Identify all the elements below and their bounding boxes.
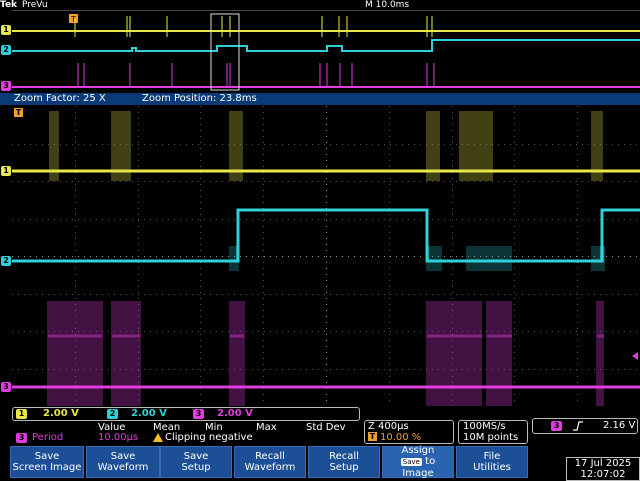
button-label-line1: Recall <box>255 451 285 462</box>
button-label-line1: Assign <box>401 445 435 456</box>
ch2-badge: 2 <box>107 409 118 419</box>
col-max: Max <box>256 422 277 433</box>
assign-save-to-image-button[interactable]: Assign Save to Image <box>382 445 454 479</box>
measurement-warning: Clipping negative <box>165 432 253 443</box>
zoom-factor: Zoom Factor: 25 X <box>14 93 106 104</box>
ch2-trace <box>12 208 640 271</box>
save-screen-image-button[interactable]: Save Screen Image <box>10 446 84 478</box>
overview-waveform-window[interactable]: T <box>12 10 640 93</box>
button-label-line2: Setup <box>329 462 359 473</box>
ch2-ground-marker[interactable]: 2 <box>1 256 11 266</box>
button-label-line2: Waveform <box>97 462 149 473</box>
zoomed-waveform-display[interactable] <box>12 106 640 406</box>
overview-ch2-trace <box>12 39 640 52</box>
channel-readout-bar[interactable]: 1 2.00 V 2 2.00 V 3 2.00 V <box>12 407 360 421</box>
date-time-readout: 17 Jul 2025 12:07:02 <box>566 457 640 481</box>
ch3-scale[interactable]: 2.00 V <box>217 408 253 420</box>
date: 17 Jul 2025 <box>574 458 632 469</box>
recall-setup-button[interactable]: Recall Setup <box>308 446 380 478</box>
col-stddev: Std Dev <box>306 422 346 433</box>
button-label-line2: Screen Image <box>12 462 82 473</box>
save-key-badge: Save <box>400 458 422 466</box>
save-setup-button[interactable]: Save Setup <box>160 446 232 478</box>
overview-graticule: T <box>12 13 640 91</box>
main-graticule <box>12 106 640 406</box>
ch3-ground-marker[interactable]: 3 <box>1 382 11 392</box>
graticule-grid <box>12 106 637 401</box>
record-length: 10M points <box>463 432 519 443</box>
horizontal-readout[interactable]: Z 400µs T 10.00 % <box>364 420 454 444</box>
overview-trigger-marker: T <box>69 14 78 24</box>
ch1-trace <box>12 111 640 181</box>
time: 12:07:02 <box>580 469 626 480</box>
file-utilities-button[interactable]: File Utilities <box>456 446 528 478</box>
button-label-line1: Save <box>183 451 209 462</box>
trigger-level: 2.16 V <box>603 420 636 431</box>
acquisition-mode: PreVu <box>22 0 48 10</box>
trigger-position-marker[interactable]: T <box>14 108 23 117</box>
measurement-panel[interactable]: Value Mean Min Max Std Dev 3 Period 10.0… <box>12 421 358 443</box>
button-label-line2: Waveform <box>244 462 296 473</box>
trigger-source-badge: 3 <box>551 421 562 431</box>
trigger-level-arrow-icon[interactable] <box>632 352 638 360</box>
trigger-readout[interactable]: 3 2.16 V <box>532 418 638 434</box>
ch1-scale[interactable]: 2.00 V <box>43 408 79 420</box>
acquisition-readout[interactable]: 100MS/s 10M points <box>458 420 528 444</box>
button-label-line1: File <box>483 451 501 462</box>
overview-ch3-trace <box>12 63 640 88</box>
ch3-badge: 3 <box>193 409 204 419</box>
timebase-readout: M 10.0ms <box>365 0 410 10</box>
button-label-line2: Image <box>402 468 434 479</box>
ch1-badge: 1 <box>16 409 27 419</box>
rising-edge-icon <box>573 421 583 431</box>
button-label-line2: Setup <box>181 462 211 473</box>
ch2-scale[interactable]: 2.00 V <box>131 408 167 420</box>
button-label-line2: Utilities <box>473 462 511 473</box>
measurement-value: 10.00µs <box>98 432 139 443</box>
zoom-scale: Z 400µs <box>368 421 409 432</box>
measurement-name: Period <box>32 432 64 443</box>
warning-icon <box>153 433 163 442</box>
zoom-position: Zoom Position: 23.8ms <box>142 93 257 104</box>
overview-ch3-marker: 3 <box>1 81 11 91</box>
button-label-line1: Save <box>110 451 136 462</box>
overview-ch1-marker: 1 <box>1 25 11 35</box>
trigger-pos-icon: T <box>368 432 377 441</box>
button-label-line1: Save <box>34 451 60 462</box>
measurement-source-badge: 3 <box>16 433 27 443</box>
zoom-info-bar: Zoom Factor: 25 X Zoom Position: 23.8ms <box>0 93 640 105</box>
trigger-position: 10.00 % <box>380 432 422 443</box>
button-label-to: to <box>425 456 436 467</box>
save-waveform-button[interactable]: Save Waveform <box>86 446 160 478</box>
sample-rate: 100MS/s <box>463 421 506 432</box>
overview-ch1-trace <box>12 16 640 37</box>
ch1-ground-marker[interactable]: 1 <box>1 166 11 176</box>
recall-waveform-button[interactable]: Recall Waveform <box>234 446 306 478</box>
brand-label: Tek <box>0 0 18 10</box>
overview-ch2-marker: 2 <box>1 45 11 55</box>
button-label-line1: Recall <box>329 451 359 462</box>
status-bar: Tek PreVu M 10.0ms <box>0 0 640 10</box>
